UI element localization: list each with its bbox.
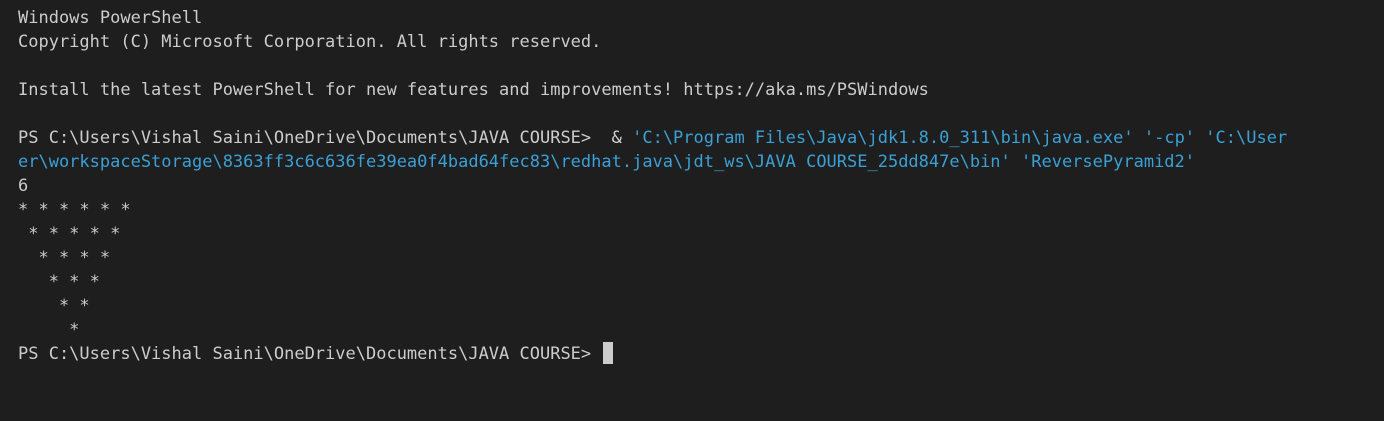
classpath-arg: 'C:\User bbox=[1205, 128, 1288, 148]
command-line: PS C:\Users\Vishal Saini\OneDrive\Docume… bbox=[18, 126, 1384, 150]
pyramid-row: * * * * bbox=[18, 248, 121, 268]
banner-title: Windows PowerShell bbox=[18, 8, 203, 28]
banner-copyright: Copyright (C) Microsoft Corporation. All… bbox=[18, 32, 602, 52]
final-prompt-line[interactable]: PS C:\Users\Vishal Saini\OneDrive\Docume… bbox=[18, 342, 1384, 366]
command-continuation: er\workspaceStorage\8363ff3c6c636fe39ea0… bbox=[18, 152, 1196, 172]
pyramid-row: * * * * * bbox=[18, 224, 131, 244]
cp-flag-arg: '-cp' bbox=[1133, 128, 1206, 148]
pyramid-row: * * bbox=[18, 296, 100, 316]
pyramid-row: * * * * * * bbox=[18, 200, 141, 220]
powershell-terminal[interactable]: Windows PowerShell Copyright (C) Microso… bbox=[0, 0, 1384, 421]
text-cursor[interactable] bbox=[603, 342, 614, 364]
program-input-value: 6 bbox=[18, 176, 29, 196]
banner-install-message: Install the latest PowerShell for new fe… bbox=[18, 80, 929, 100]
command-prompt: PS C:\Users\Vishal Saini\OneDrive\Docume… bbox=[18, 128, 602, 148]
java-path-arg: 'C:\Program Files\Java\jdk1.8.0_311\bin\… bbox=[632, 128, 1134, 148]
call-operator: & bbox=[601, 128, 633, 148]
pyramid-row: * * * bbox=[18, 272, 111, 292]
final-prompt: PS C:\Users\Vishal Saini\OneDrive\Docume… bbox=[18, 344, 602, 364]
pyramid-row: * bbox=[18, 320, 90, 340]
